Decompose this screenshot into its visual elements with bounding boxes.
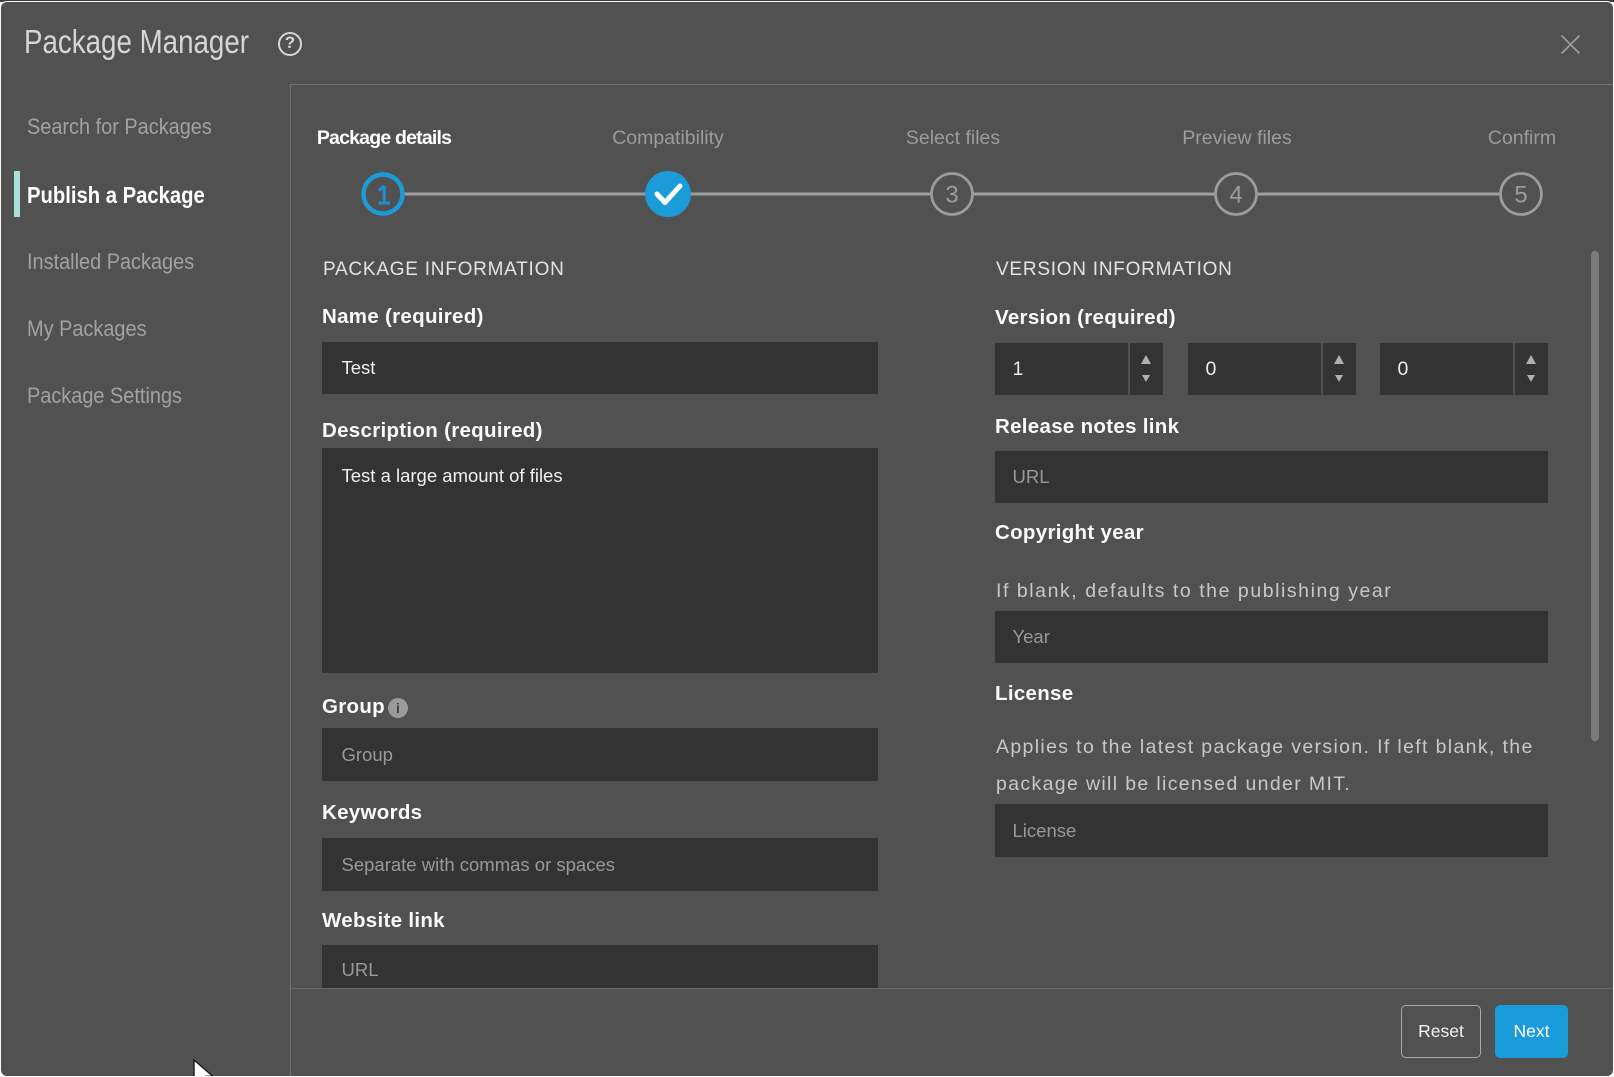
svg-text:4: 4 — [1229, 181, 1242, 208]
svg-text:3: 3 — [945, 181, 958, 208]
svg-text:5: 5 — [1514, 181, 1527, 208]
